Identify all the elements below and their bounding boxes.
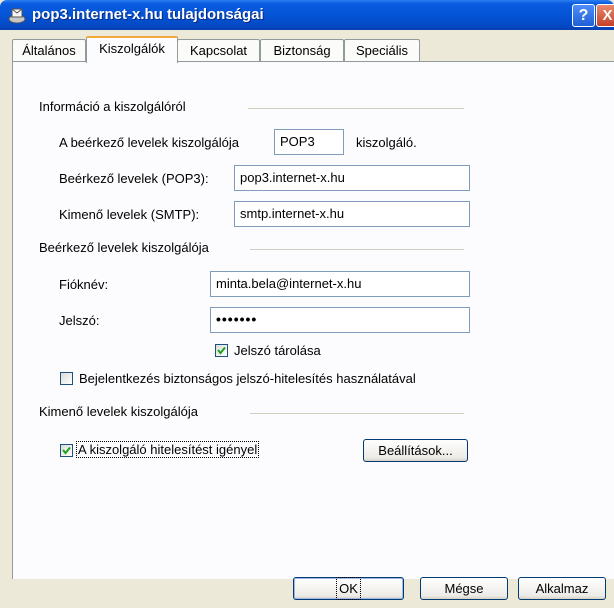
incoming-type-label: A beérkező levelek kiszolgálója [59,135,239,150]
incoming-server-input[interactable]: pop3.internet-x.hu [234,165,470,191]
account-name-input[interactable]: minta.bela@internet-x.hu [210,271,470,297]
outgoing-server-label: Kimenő levelek (SMTP): [59,207,200,222]
incoming-server-type-field: POP3 [274,129,344,155]
remember-password-label[interactable]: Jelszó tárolása [234,343,321,358]
tab-security[interactable]: Biztonság [260,39,344,61]
group-divider [250,413,464,414]
incoming-server-heading: Beérkező levelek kiszolgálója [39,240,209,255]
check-icon [217,346,226,355]
ok-button-label: OK [336,577,361,600]
spa-label[interactable]: Bejelentkezés biztonságos jelszó-hiteles… [79,371,416,386]
cancel-button[interactable]: Mégse [420,577,508,600]
title-bar[interactable]: pop3.internet-x.hu tulajdonságai ? X [0,0,614,30]
settings-button[interactable]: Beállítások... [363,439,468,462]
outgoing-server-heading: Kimenő levelek kiszolgálója [39,404,198,419]
account-name-label: Fióknév: [59,277,109,292]
tab-connection[interactable]: Kapcsolat [177,39,260,61]
check-icon [62,446,71,455]
outgoing-server-input[interactable]: smtp.internet-x.hu [234,201,470,227]
remember-password-checkbox[interactable] [215,344,228,357]
server-info-heading: Információ a kiszolgálóról [39,99,186,114]
cancel-button-label: Mégse [444,581,484,596]
tab-servers[interactable]: Kiszolgálók [86,36,178,63]
auth-required-checkbox[interactable] [60,444,73,457]
group-divider [250,249,464,250]
incoming-type-suffix: kiszolgáló. [356,135,417,150]
settings-button-label: Beállítások... [378,443,453,458]
incoming-server-label: Beérkező levelek (POP3): [59,171,209,186]
ok-button[interactable]: OK [293,577,404,600]
properties-dialog: pop3.internet-x.hu tulajdonságai ? X Ált… [0,0,614,608]
apply-button-label: Alkalmaz [535,581,589,596]
mail-account-icon [8,6,26,24]
spa-checkbox[interactable] [60,372,73,385]
apply-button[interactable]: Alkalmaz [518,577,606,600]
help-button[interactable]: ? [572,4,595,27]
password-label: Jelszó: [59,313,100,328]
close-button[interactable]: X [596,4,614,27]
password-input[interactable]: ••••••• [210,307,470,333]
auth-required-label[interactable]: A kiszolgáló hitelesítést igényel [75,441,260,458]
tab-advanced[interactable]: Speciális [344,39,420,61]
tab-general[interactable]: Általános [12,39,86,61]
window-title: pop3.internet-x.hu tulajdonságai [32,6,264,23]
group-divider [248,108,464,109]
